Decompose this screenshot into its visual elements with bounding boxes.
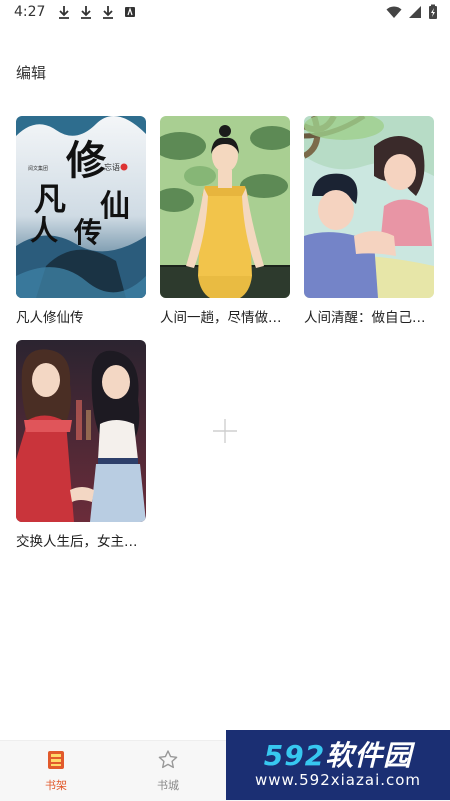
cover-title-char: 修: [66, 137, 107, 184]
watermark-title: 592软件园: [264, 741, 412, 771]
cover-title-char: 凡: [34, 180, 66, 218]
tab-bookshelf[interactable]: 书架: [0, 741, 112, 801]
cover-publisher: 阅文集团: [28, 165, 48, 172]
notification-app-icon: [125, 7, 136, 17]
download-icon: [81, 6, 92, 19]
book-cover-image: 修 仙 凡 人 传 忘语 阅文集团: [16, 116, 146, 298]
book-cover-image: [304, 116, 434, 298]
wifi-icon: [386, 6, 402, 18]
book-item[interactable]: 人间清醒：做自己的…: [304, 116, 434, 326]
star-icon: [158, 750, 178, 769]
book-item[interactable]: 人间一趟，尽情做自己: [160, 116, 290, 326]
book-title: 交换人生后，女主满…: [16, 534, 146, 550]
status-right-icons: [386, 4, 438, 20]
book-title: 人间清醒：做自己的…: [304, 310, 434, 326]
cover-author: 忘语: [104, 162, 120, 172]
download-icon: [103, 6, 114, 19]
add-book-button[interactable]: [160, 340, 290, 522]
watermark-text: 软件园: [325, 739, 413, 772]
cover-title-char: 人: [30, 214, 58, 247]
cover-title-char: 传: [73, 216, 102, 249]
book-title: 人间一趟，尽情做自己: [160, 310, 290, 326]
plus-icon: [213, 419, 237, 443]
tab-label: 书城: [157, 779, 179, 792]
tab-label: 书架: [45, 779, 67, 792]
cover-title-char: 仙: [100, 189, 130, 224]
signal-icon: [409, 6, 421, 18]
bookshelf-icon: [48, 751, 64, 769]
status-bar: 4:27: [0, 0, 450, 24]
status-time: 4:27: [14, 4, 46, 20]
book-title: 凡人修仙传: [16, 310, 84, 326]
book-item[interactable]: 修 仙 凡 人 传 忘语 阅文集团 凡人修仙传: [16, 116, 146, 326]
edit-button[interactable]: 编辑: [16, 62, 46, 83]
watermark-number: 592: [263, 739, 326, 772]
tab-bookstore[interactable]: 书城: [112, 741, 224, 801]
battery-icon: [429, 4, 437, 19]
watermark-logo: 592软件园 www.592xiazai.com: [226, 730, 450, 800]
book-cover-image: [160, 116, 290, 298]
bookshelf-grid: 修 仙 凡 人 传 忘语 阅文集团 凡人修仙传 人间一趟，尽情做自己 人间清醒：…: [16, 116, 436, 550]
book-cover-image: [16, 340, 146, 522]
download-icon: [59, 6, 70, 19]
watermark-url: www.592xiazai.com: [254, 771, 422, 789]
book-item[interactable]: 交换人生后，女主满…: [16, 340, 146, 550]
